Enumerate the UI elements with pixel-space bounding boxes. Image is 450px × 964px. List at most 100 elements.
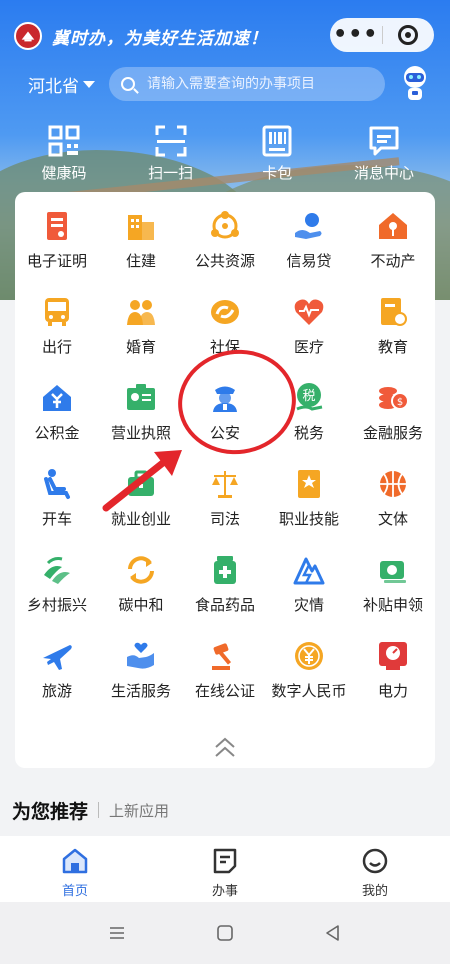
quick-health-code[interactable]: 健康码 [14, 124, 114, 184]
tab-home[interactable]: 首页 [0, 836, 150, 902]
quick-label: 扫一扫 [148, 164, 194, 182]
service-label: 不动产 [370, 252, 416, 270]
service-item[interactable]: 公积金 [15, 376, 99, 462]
tab-profile[interactable]: 我的 [300, 836, 450, 902]
service-item[interactable]: 旅游 [15, 634, 99, 720]
region-selector[interactable]: 河北省 [28, 72, 95, 97]
health-code-icon [48, 125, 80, 157]
service-item[interactable]: 住建 [99, 204, 183, 290]
service-item[interactable]: 开车 [15, 462, 99, 548]
service-item[interactable]: 电力 [351, 634, 435, 720]
service-label: 生活服务 [110, 682, 171, 700]
search-input[interactable] [147, 76, 367, 92]
service-item[interactable]: 公共资源 [183, 204, 267, 290]
service-item[interactable]: 医疗 [267, 290, 351, 376]
quick-scan[interactable]: 扫一扫 [121, 124, 221, 184]
building-icon [121, 206, 161, 246]
service-label: 出行 [41, 338, 72, 356]
app-logo-icon [14, 22, 42, 50]
service-label: 司法 [209, 510, 240, 528]
service-label: 职业技能 [278, 510, 339, 528]
quick-label: 卡包 [262, 164, 293, 182]
mini-program-capsule: ••• [330, 18, 434, 52]
service-item[interactable]: 文体 [351, 462, 435, 548]
skill-certificate-icon [289, 464, 329, 504]
medicine-bottle-icon [205, 550, 245, 590]
service-label: 就业创业 [110, 510, 171, 528]
tab-label: 首页 [61, 884, 88, 899]
service-item[interactable]: 不动产 [351, 204, 435, 290]
collapse-chevron-up-icon[interactable] [210, 736, 240, 760]
quick-label: 健康码 [41, 164, 87, 182]
service-label: 住建 [125, 252, 156, 270]
app-slogan: 冀时办，为美好生活加速！ [52, 28, 268, 49]
service-item[interactable]: $ 金融服务 [351, 376, 435, 462]
service-item[interactable]: 补贴申领 [351, 548, 435, 634]
search-icon [121, 77, 135, 91]
service-item[interactable]: 食品药品 [183, 548, 267, 634]
recommend-divider [98, 802, 100, 818]
service-item[interactable]: 婚育 [99, 290, 183, 376]
service-grid-card: 电子证明 住建 公共资源 信易贷 不动产 出行 婚育 社保 医疗 教育 公积金 营业执照 公安税税务 $ 金… [15, 192, 435, 768]
service-label: 在线公证 [194, 682, 255, 700]
pointer-arrow-annotation [102, 450, 182, 512]
service-label: 公共资源 [194, 252, 255, 270]
service-label: 营业执照 [110, 424, 171, 442]
search-box[interactable] [109, 67, 385, 101]
card-wallet-icon [262, 125, 292, 157]
disaster-icon [289, 550, 329, 590]
education-book-icon [373, 292, 413, 332]
scan-icon [155, 125, 187, 157]
back-triangle-icon[interactable] [323, 923, 343, 943]
housing-fund-icon [37, 378, 77, 418]
service-label: 金融服务 [362, 424, 423, 442]
service-label: 电子证明 [26, 252, 87, 270]
assistant-robot-icon[interactable] [400, 64, 430, 102]
home-square-icon[interactable] [215, 923, 235, 943]
service-grid: 电子证明 住建 公共资源 信易贷 不动产 出行 婚育 社保 医疗 教育 公积金 营业执照 公安税税务 $ 金… [15, 204, 435, 720]
more-menu-icon[interactable]: ••• [330, 24, 382, 46]
network-icon [205, 206, 245, 246]
service-label: 文体 [377, 510, 408, 528]
recommend-subtitle[interactable]: 上新应用 [109, 800, 169, 821]
region-label: 河北省 [28, 76, 79, 97]
quick-card-wallet[interactable]: 卡包 [227, 124, 327, 184]
svg-text:税: 税 [302, 389, 315, 404]
service-doc-icon [213, 848, 237, 874]
service-item[interactable]: 电子证明 [15, 204, 99, 290]
service-item[interactable]: 职业技能 [267, 462, 351, 548]
close-mini-program-icon[interactable] [383, 25, 435, 45]
service-item[interactable]: 数字人民币 [267, 634, 351, 720]
service-label: 公积金 [34, 424, 80, 442]
profile-smile-icon [362, 848, 388, 874]
service-item[interactable]: 灾情 [267, 548, 351, 634]
couple-icon [121, 292, 161, 332]
service-label: 乡村振兴 [26, 596, 87, 614]
quick-message-center[interactable]: 消息中心 [334, 124, 434, 184]
rural-revitalization-icon [37, 550, 77, 590]
service-label: 开车 [41, 510, 72, 528]
service-label: 电力 [377, 682, 408, 700]
social-security-icon [205, 292, 245, 332]
bottom-tab-bar: 首页 办事 我的 [0, 836, 450, 902]
service-item[interactable]: 生活服务 [99, 634, 183, 720]
driver-seat-icon [37, 464, 77, 504]
business-license-icon [121, 378, 161, 418]
service-item[interactable]: 在线公证 [183, 634, 267, 720]
search-row: 河北省 [28, 66, 438, 102]
service-item[interactable]: 出行 [15, 290, 99, 376]
message-center-icon [369, 126, 399, 156]
service-item[interactable]: 司法 [183, 462, 267, 548]
tab-service[interactable]: 办事 [150, 836, 300, 902]
service-item[interactable]: 乡村振兴 [15, 548, 99, 634]
service-label: 教育 [377, 338, 408, 356]
service-item[interactable]: 信易贷 [267, 204, 351, 290]
service-label: 食品药品 [194, 596, 255, 614]
service-label: 灾情 [293, 596, 324, 614]
home-icon [62, 848, 88, 874]
service-label: 医疗 [293, 338, 324, 356]
menu-lines-icon[interactable] [107, 923, 127, 943]
certificate-icon [37, 206, 77, 246]
service-item[interactable]: 教育 [351, 290, 435, 376]
service-item[interactable]: 碳中和 [99, 548, 183, 634]
